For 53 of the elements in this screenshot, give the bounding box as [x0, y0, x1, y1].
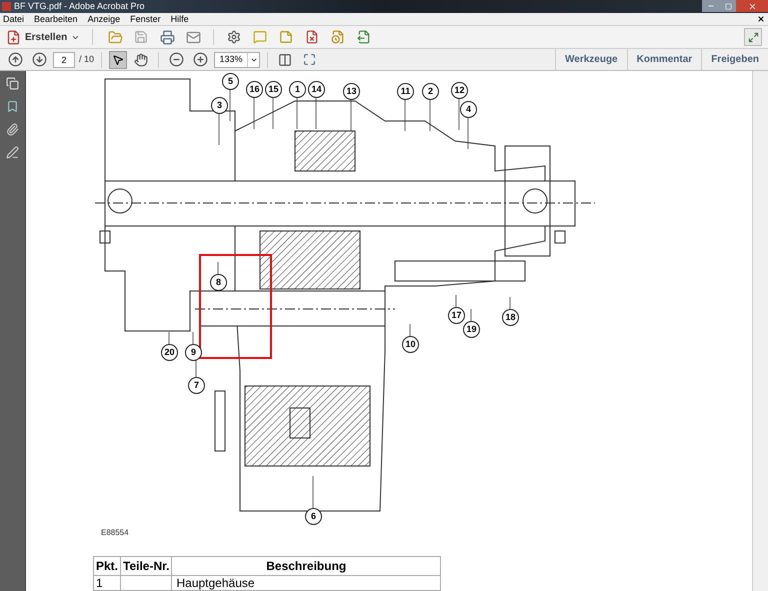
window-title: BF VTG.pdf - Adobe Acrobat Pro — [14, 2, 145, 11]
bookmark-icon[interactable] — [6, 100, 19, 113]
callout-number: 3 — [211, 97, 228, 114]
menu-item[interactable]: Fenster — [130, 14, 161, 24]
menu-item[interactable]: Anzeige — [88, 14, 120, 24]
callout-number: 5 — [222, 73, 239, 90]
maximize-icon[interactable] — [724, 2, 732, 10]
callout-number: 11 — [397, 83, 414, 100]
column-header: Teile-Nr. — [120, 556, 172, 576]
callout-number: 4 — [460, 101, 477, 118]
panel-tab[interactable]: Kommentar — [626, 49, 702, 70]
callout-number: 13 — [343, 83, 360, 100]
table-cell: 1 — [94, 576, 121, 590]
fullscreen-button[interactable] — [744, 28, 762, 46]
callout-number: 18 — [502, 309, 519, 326]
select-tool-button[interactable] — [109, 50, 128, 68]
zoom-field[interactable]: 133% — [214, 52, 260, 68]
expand-icon[interactable] — [748, 32, 758, 42]
callout-number: 1 — [289, 81, 306, 98]
callout-number: 14 — [308, 81, 325, 98]
callout-number: 10 — [402, 336, 419, 353]
signature-icon[interactable] — [6, 146, 19, 159]
panel-tab[interactable]: Freigeben — [701, 49, 768, 70]
document-plus-icon[interactable] — [6, 30, 21, 44]
close-icon[interactable] — [748, 2, 756, 10]
app-icon — [2, 2, 11, 11]
callout-number: 7 — [188, 377, 205, 394]
maximize-button[interactable] — [720, 0, 736, 12]
column-header: Beschreibung — [172, 556, 440, 576]
pointer-icon[interactable] — [112, 54, 124, 66]
callout-number: 17 — [448, 307, 465, 324]
page-number-field[interactable]: 2 — [53, 52, 75, 68]
create-button[interactable]: Erstellen — [6, 30, 80, 44]
attachment-icon[interactable] — [6, 123, 19, 136]
column-header: Pkt. — [94, 556, 121, 576]
callout-number: 6 — [305, 508, 322, 525]
pages-icon[interactable] — [6, 77, 19, 90]
table-cell: Hauptgehäuse — [172, 576, 440, 590]
menu-item[interactable]: Bearbeiten — [34, 14, 78, 24]
callout-number: 8 — [210, 274, 227, 291]
callout-number: 16 — [246, 81, 263, 98]
menu-item[interactable]: Datei — [3, 14, 24, 24]
menu-item[interactable]: Hilfe — [170, 14, 189, 24]
figure-id: E88554 — [101, 527, 130, 539]
page-count: / 10 — [79, 52, 94, 66]
close-document-button[interactable] — [757, 15, 765, 23]
callout-number: 15 — [265, 81, 282, 98]
callout-number: 20 — [161, 344, 178, 361]
callout-number: 12 — [451, 82, 468, 99]
callout-number: 19 — [463, 321, 480, 338]
callout-number: 2 — [422, 83, 439, 100]
callout-number: 9 — [185, 344, 202, 361]
panel-tab[interactable]: Werkzeuge — [555, 49, 627, 70]
